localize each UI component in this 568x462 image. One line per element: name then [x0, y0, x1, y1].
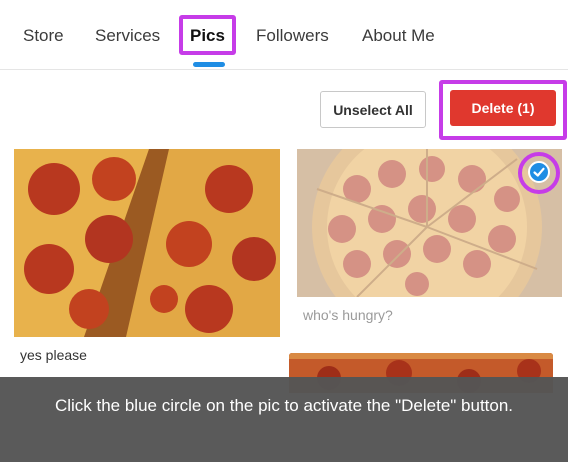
delete-button[interactable]: Delete (1): [450, 90, 556, 126]
photo-caption: who's hungry?: [303, 307, 393, 323]
tab-followers[interactable]: Followers: [256, 26, 329, 46]
pics-page: Store Services Pics Followers About Me U…: [0, 0, 568, 462]
photo-card-image[interactable]: [14, 149, 280, 337]
tab-services[interactable]: Services: [95, 26, 160, 46]
tab-store[interactable]: Store: [23, 26, 64, 46]
checkmark-icon: [533, 167, 545, 177]
check-circle-icon[interactable]: [528, 161, 550, 183]
active-tab-indicator: [193, 62, 225, 67]
instruction-tooltip: Click the blue circle on the pic to acti…: [0, 377, 568, 462]
tab-about-me[interactable]: About Me: [362, 26, 435, 46]
instruction-text: Click the blue circle on the pic to acti…: [54, 396, 514, 415]
profile-tab-bar: Store Services Pics Followers About Me: [0, 0, 568, 70]
tab-pics[interactable]: Pics: [190, 26, 225, 46]
unselect-all-button[interactable]: Unselect All: [320, 91, 426, 128]
pizza-photo: [14, 149, 280, 337]
photo-caption: yes please: [20, 347, 87, 363]
